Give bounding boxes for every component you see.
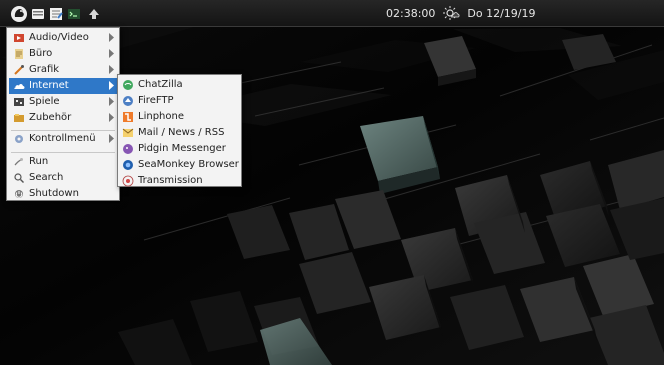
internet-submenu: ChatZilla FireFTP Linphone Mail / News /…: [117, 74, 242, 187]
submenu-item-label: FireFTP: [138, 95, 174, 106]
menu-item-label: Büro: [29, 48, 53, 59]
shutdown-icon: [15, 190, 23, 198]
menu-item-label: Run: [29, 156, 49, 167]
pidgin-icon: [123, 144, 133, 154]
transmission-icon: [122, 175, 134, 187]
submenu-item-label: Mail / News / RSS: [138, 127, 225, 138]
chevron-right-icon: [109, 49, 114, 58]
menu-item-run[interactable]: Run: [9, 154, 117, 170]
menu-item-label: Internet: [29, 80, 69, 91]
submenu-item-label: SeaMonkey Browser: [138, 159, 239, 170]
start-menu: Audio/Video Büro Grafik Internet Spiele …: [6, 27, 120, 201]
text-editor-icon[interactable]: [48, 6, 64, 22]
menu-item-label: Search: [29, 172, 64, 183]
desktop-screen: 02:38:00 Do 12/19/19 Audio/Video Büro Gr…: [0, 0, 664, 365]
taskbar: 02:38:00 Do 12/19/19: [0, 0, 664, 27]
menu-item-label: Spiele: [29, 96, 60, 107]
search-icon: [14, 173, 24, 183]
menu-separator: [11, 152, 115, 153]
chevron-right-icon: [109, 33, 114, 42]
terminal-icon[interactable]: [66, 6, 82, 22]
graphics-icon: [14, 65, 24, 75]
submenu-item-linphone[interactable]: Linphone: [120, 109, 239, 125]
mail-icon: [122, 128, 134, 137]
submenu-item-mail-news-rss[interactable]: Mail / News / RSS: [120, 125, 239, 141]
menu-item-label: Audio/Video: [29, 32, 89, 43]
run-icon: [14, 158, 23, 166]
clock-and-date: 02:38:00 Do 12/19/19: [386, 0, 536, 27]
menu-item-spiele[interactable]: Spiele: [9, 94, 117, 110]
office-icon: [15, 49, 23, 59]
accessories-icon: [14, 114, 24, 122]
chevron-right-icon: [109, 81, 114, 90]
seamonkey-icon: [123, 160, 133, 170]
clock-time: 02:38:00: [386, 7, 436, 20]
menu-item-label: Grafik: [29, 64, 60, 75]
chatzilla-icon: [123, 80, 133, 90]
menu-item-grafik[interactable]: Grafik: [9, 62, 117, 78]
submenu-item-seamonkey-browser[interactable]: SeaMonkey Browser: [120, 157, 239, 173]
linphone-icon: [123, 112, 133, 122]
file-manager-icon[interactable]: [30, 6, 46, 22]
start-menu-icon[interactable]: [10, 5, 28, 23]
audio-video-icon: [14, 34, 24, 42]
menu-item-label: Shutdown: [29, 188, 79, 199]
submenu-item-transmission[interactable]: Transmission: [120, 173, 239, 189]
games-icon: [14, 98, 24, 106]
menu-item-buero[interactable]: Büro: [9, 46, 117, 62]
internet-cloud-icon: [14, 84, 25, 89]
chevron-right-icon: [109, 134, 114, 143]
submenu-item-label: Pidgin Messenger: [138, 143, 226, 154]
calendar-date: Do 12/19/19: [467, 7, 536, 20]
submenu-item-chatzilla[interactable]: ChatZilla: [120, 77, 239, 93]
submenu-item-label: Transmission: [138, 175, 203, 186]
weather-icon: [443, 5, 460, 20]
menu-item-label: Zubehör: [29, 112, 72, 123]
menu-item-label: Kontrollmenü: [29, 133, 96, 144]
menu-item-zubehoer[interactable]: Zubehör: [9, 110, 117, 126]
fireftp-icon: [123, 96, 133, 106]
chevron-right-icon: [109, 65, 114, 74]
submenu-item-label: Linphone: [138, 111, 184, 122]
menu-item-shutdown[interactable]: Shutdown: [9, 186, 117, 202]
menu-item-search[interactable]: Search: [9, 170, 117, 186]
up-arrow-icon[interactable]: [86, 6, 102, 22]
menu-item-kontrollmenue[interactable]: Kontrollmenü: [9, 131, 117, 147]
submenu-item-pidgin-messenger[interactable]: Pidgin Messenger: [120, 141, 239, 157]
menu-item-internet[interactable]: Internet: [9, 78, 117, 94]
menu-item-audio-video[interactable]: Audio/Video: [9, 30, 117, 46]
submenu-item-label: ChatZilla: [138, 79, 183, 90]
chevron-right-icon: [109, 97, 114, 106]
chevron-right-icon: [109, 113, 114, 122]
submenu-item-fireftp[interactable]: FireFTP: [120, 93, 239, 109]
control-panel-icon: [15, 135, 23, 143]
